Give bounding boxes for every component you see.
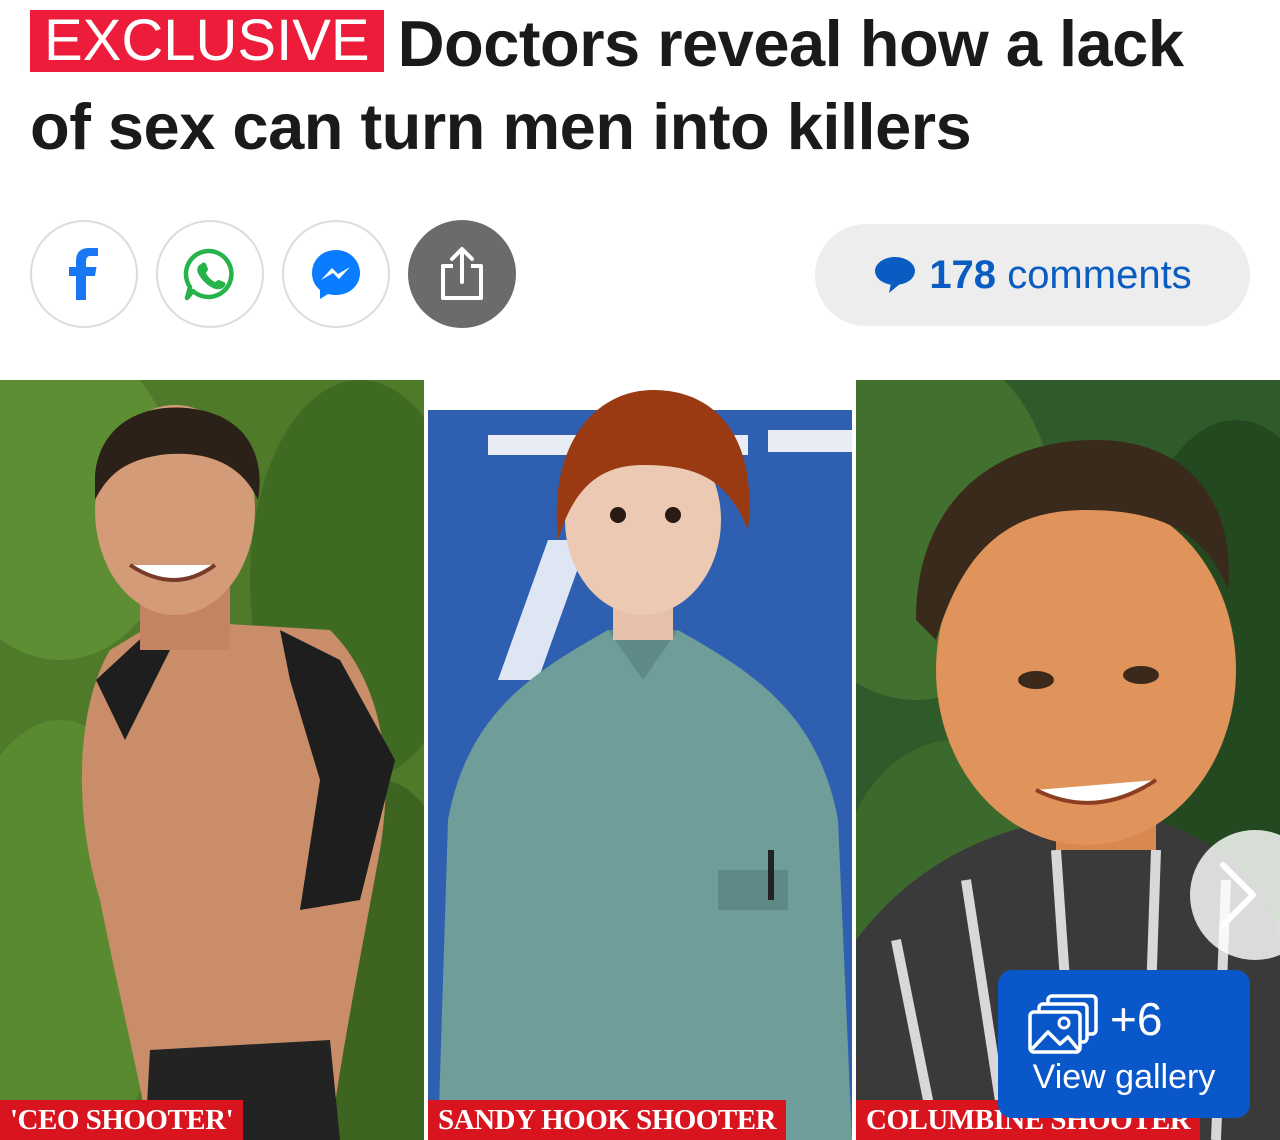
- headline: EXCLUSIVE Doctors reveal how a lack of se…: [30, 2, 1255, 168]
- chevron-right-icon: [1220, 862, 1256, 928]
- gallery-image-ceo-shooter[interactable]: 'CEO SHOOTER': [0, 380, 424, 1140]
- comments-text: 178 comments: [929, 253, 1191, 298]
- image-caption: SANDY HOOK SHOOTER: [428, 1100, 786, 1140]
- facebook-icon: [69, 248, 98, 300]
- view-gallery-button[interactable]: +6 View gallery: [998, 970, 1250, 1118]
- comments-count: 178: [929, 252, 997, 297]
- comments-label: comments: [1007, 252, 1192, 297]
- messenger-share-button[interactable]: [282, 220, 390, 328]
- view-gallery-label: View gallery: [1032, 1058, 1216, 1096]
- exclusive-badge: EXCLUSIVE: [30, 10, 384, 72]
- image-caption: 'CEO SHOOTER': [0, 1100, 244, 1140]
- comments-button[interactable]: 178 comments: [815, 224, 1250, 326]
- photo-outdoor-shirtless-man: [0, 380, 424, 1140]
- share-icon: [441, 247, 483, 300]
- messenger-icon: [312, 250, 360, 299]
- gallery-photos-icon: [1028, 994, 1098, 1054]
- facebook-share-button[interactable]: [30, 220, 138, 328]
- speech-bubble-icon: [875, 257, 916, 293]
- whatsapp-icon: [183, 248, 234, 301]
- image-gallery[interactable]: 'CEO SHOOTER' SANDY HOOK SHOOTER COLUMBI…: [0, 380, 1280, 1140]
- whatsapp-share-button[interactable]: [156, 220, 264, 328]
- native-share-button[interactable]: [408, 220, 516, 328]
- gallery-image-sandy-hook-shooter[interactable]: SANDY HOOK SHOOTER: [428, 380, 852, 1140]
- photo-school-portrait: [428, 380, 852, 1140]
- gallery-more-count: +6: [1110, 993, 1163, 1045]
